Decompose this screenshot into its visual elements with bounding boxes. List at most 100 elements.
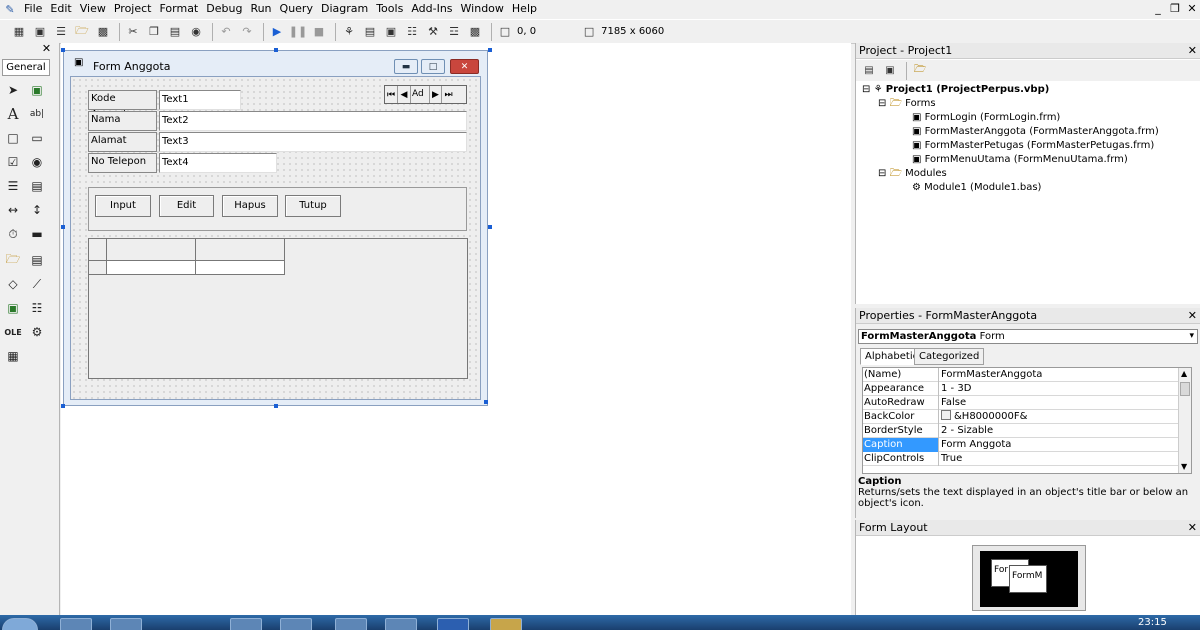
- add-project-icon[interactable]: ▦: [10, 23, 28, 41]
- toolbox-icon[interactable]: ⚒: [424, 23, 442, 41]
- listbox-icon[interactable]: ▤: [28, 177, 46, 195]
- properties-window-icon[interactable]: ▤: [361, 23, 379, 41]
- selection-handle[interactable]: [274, 48, 278, 52]
- shape-icon[interactable]: ◇: [4, 275, 22, 293]
- taskbar-app[interactable]: [385, 618, 417, 630]
- move-first-icon[interactable]: ⏮: [385, 86, 398, 103]
- property-value[interactable]: 1 - 3D: [940, 382, 971, 396]
- vscrollbar-icon[interactable]: ↕: [28, 201, 46, 219]
- menu-query[interactable]: Query: [276, 0, 317, 18]
- paste-icon[interactable]: ▤: [166, 23, 184, 41]
- collapse-icon[interactable]: ⊟: [862, 84, 870, 95]
- grid-column-header[interactable]: [196, 239, 285, 261]
- tree-item-form[interactable]: ▣ FormMenuUtama (FormMenuUtama.frm): [912, 153, 1128, 167]
- break-icon[interactable]: ❚❚: [289, 23, 307, 41]
- cut-icon[interactable]: ✂: [124, 23, 142, 41]
- property-value[interactable]: True: [940, 452, 962, 466]
- scroll-up-icon[interactable]: ▲: [1181, 369, 1187, 378]
- move-last-icon[interactable]: ⏭: [442, 86, 455, 103]
- menu-debug[interactable]: Debug: [202, 0, 246, 18]
- menu-edit[interactable]: Edit: [46, 0, 75, 18]
- property-row-selected[interactable]: Caption Form Anggota: [863, 438, 1181, 452]
- datagrid[interactable]: [88, 238, 468, 379]
- taskbar-app[interactable]: [60, 618, 92, 630]
- view-object-icon[interactable]: ▣: [881, 63, 899, 79]
- commandbutton-icon[interactable]: ▭: [28, 129, 46, 147]
- menu-tools[interactable]: Tools: [372, 0, 407, 18]
- property-value[interactable]: FormMasterAnggota: [940, 368, 1042, 382]
- tree-item-module[interactable]: ⚙ Module1 (Module1.bas): [912, 181, 1041, 195]
- property-row[interactable]: ClipControls True: [863, 452, 1181, 466]
- collapse-icon[interactable]: ⊟: [878, 98, 886, 109]
- tree-item-form[interactable]: ▣ FormLogin (FormLogin.frm): [912, 111, 1060, 125]
- collapse-icon[interactable]: ⊟: [878, 168, 886, 179]
- property-scrollbar[interactable]: ▲ ▼: [1178, 368, 1191, 473]
- label-nama[interactable]: Nama: [88, 111, 157, 131]
- timer-icon[interactable]: ⏱: [4, 225, 22, 243]
- undo-icon[interactable]: ↶: [217, 23, 235, 41]
- dirlistbox-icon[interactable]: 🗁: [4, 251, 22, 269]
- object-browser-icon[interactable]: ☷: [403, 23, 421, 41]
- menu-window[interactable]: Window: [457, 0, 508, 18]
- component-manager-icon[interactable]: ▩: [466, 23, 484, 41]
- taskbar-app[interactable]: [437, 618, 469, 630]
- menu-format[interactable]: Format: [155, 0, 202, 18]
- selection-handle[interactable]: [488, 225, 492, 229]
- line-icon[interactable]: ⟋: [28, 275, 46, 293]
- redo-icon[interactable]: ↷: [238, 23, 256, 41]
- tree-item-form[interactable]: ▣ FormMasterAnggota (FormMasterAnggota.f…: [912, 125, 1159, 139]
- data-view-icon[interactable]: ☲: [445, 23, 463, 41]
- grid-column-header[interactable]: [107, 239, 196, 261]
- property-row[interactable]: (Name) FormMasterAnggota: [863, 368, 1181, 382]
- toggle-folders-icon[interactable]: 🗁: [911, 63, 929, 79]
- label-kode-anggota[interactable]: Kode Anggota: [88, 90, 157, 120]
- textbox-text2[interactable]: Text2: [159, 111, 467, 131]
- property-value[interactable]: &H8000000F&: [940, 410, 1027, 424]
- menu-file[interactable]: File: [20, 0, 46, 18]
- object-selector[interactable]: FormMasterAnggota Form ▾: [858, 329, 1198, 344]
- tree-item-project[interactable]: ⊟ ⚘ Project1 (ProjectPerpus.vbp): [862, 83, 1049, 97]
- datagrid-icon[interactable]: ▦: [4, 347, 22, 365]
- textbox-text3[interactable]: Text3: [159, 132, 467, 152]
- properties-close-icon[interactable]: ✕: [1188, 308, 1197, 324]
- tree-item-form[interactable]: ▣ FormMasterPetugas (FormMasterPetugas.f…: [912, 139, 1154, 153]
- property-row[interactable]: BorderStyle 2 - Sizable: [863, 424, 1181, 438]
- hscrollbar-icon[interactable]: ↔: [4, 201, 22, 219]
- start-icon[interactable]: ▶: [268, 23, 286, 41]
- grid-cell[interactable]: [196, 261, 285, 275]
- property-row[interactable]: AutoRedraw False: [863, 396, 1181, 410]
- project-close-icon[interactable]: ✕: [1188, 43, 1197, 59]
- selection-handle[interactable]: [61, 404, 65, 408]
- taskbar-app[interactable]: [335, 618, 367, 630]
- checkbox-icon[interactable]: ☑: [4, 153, 22, 171]
- end-icon[interactable]: ■: [310, 23, 328, 41]
- save-icon[interactable]: ▩: [94, 23, 112, 41]
- textbox-text4[interactable]: Text4: [159, 153, 277, 173]
- move-previous-icon[interactable]: ◀: [398, 86, 411, 103]
- form-layout-close-icon[interactable]: ✕: [1188, 520, 1197, 536]
- selection-handle[interactable]: [484, 400, 488, 404]
- combobox-icon[interactable]: ☰: [4, 177, 22, 195]
- textbox-icon[interactable]: ab|: [28, 105, 46, 123]
- textbox-text1[interactable]: Text1: [159, 90, 241, 110]
- form-layout-thumb[interactable]: FormM: [1009, 565, 1047, 593]
- selection-handle[interactable]: [274, 404, 278, 408]
- selection-handle[interactable]: [488, 48, 492, 52]
- vb-app-icon[interactable]: ✎: [2, 1, 18, 17]
- close-icon[interactable]: ✕: [1184, 1, 1200, 16]
- project-explorer-icon[interactable]: ⚘: [340, 23, 358, 41]
- tree-item-forms[interactable]: ⊟ 🗁 Forms: [878, 97, 936, 111]
- menu-run[interactable]: Run: [246, 0, 275, 18]
- open-icon[interactable]: 🗁: [73, 23, 91, 41]
- toolbox-close-icon[interactable]: ✕: [40, 43, 53, 55]
- drivelistbox-icon[interactable]: ▬: [28, 225, 46, 243]
- picturebox-icon[interactable]: ▣: [28, 81, 46, 99]
- view-code-icon[interactable]: ▤: [860, 63, 878, 79]
- pointer-icon[interactable]: ➤: [4, 81, 22, 99]
- tab-categorized[interactable]: Categorized: [914, 348, 985, 365]
- data-icon[interactable]: ☷: [28, 299, 46, 317]
- menu-editor-icon[interactable]: ☰: [52, 23, 70, 41]
- taskbar-app[interactable]: [490, 618, 522, 630]
- optionbutton-icon[interactable]: ◉: [28, 153, 46, 171]
- menu-project[interactable]: Project: [110, 0, 156, 18]
